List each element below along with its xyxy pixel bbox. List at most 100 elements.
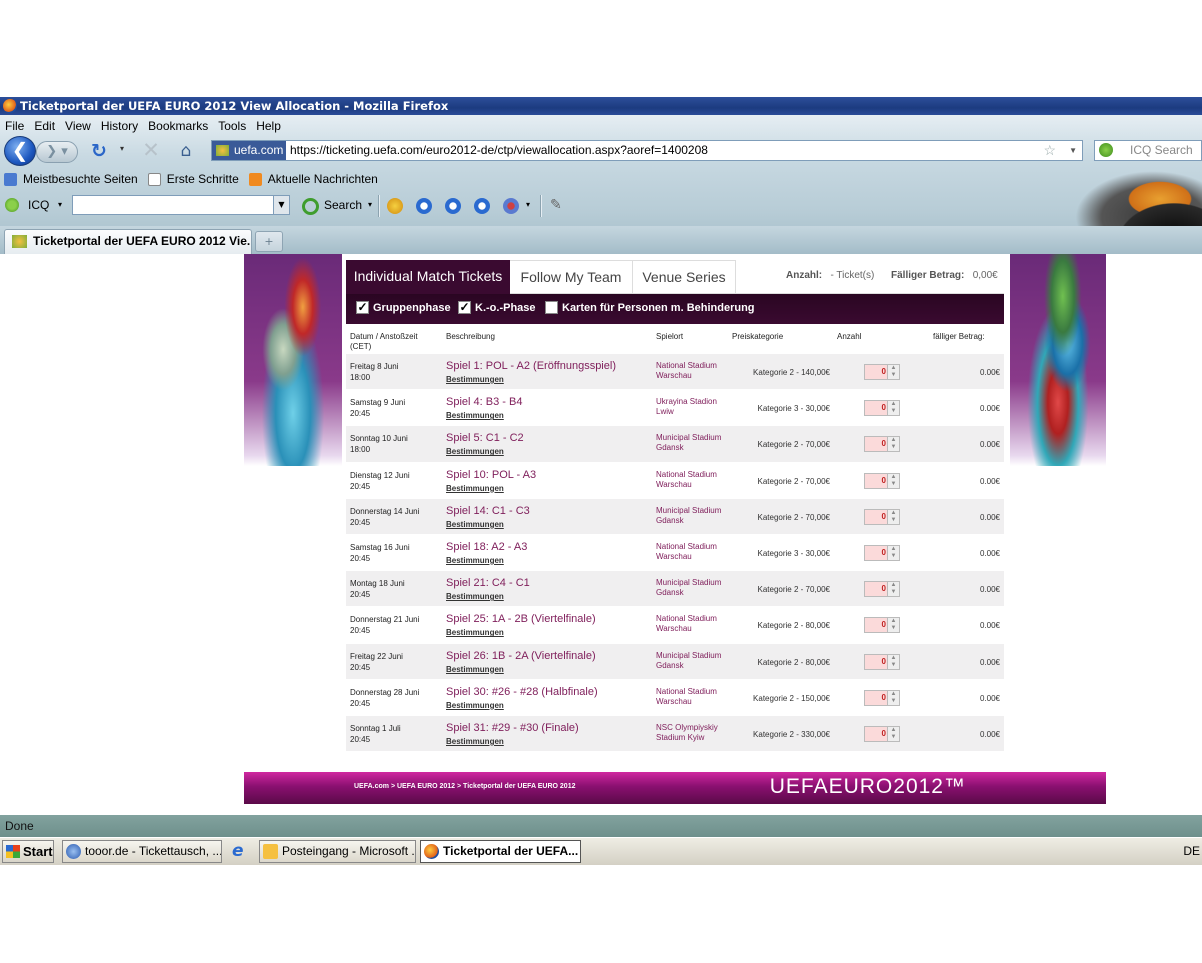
menu-edit[interactable]: Edit	[29, 118, 60, 134]
smiley-icon[interactable]	[387, 198, 403, 214]
joystick-icon[interactable]	[503, 198, 519, 214]
back-button[interactable]: ❮	[4, 136, 36, 166]
stepper-arrows-icon[interactable]: ▲ ▼	[887, 690, 899, 705]
quantity-stepper[interactable]: 0 ▲ ▼	[864, 364, 900, 380]
tab-ticketportal[interactable]: Ticketportal der UEFA EURO 2012 Vie...	[4, 229, 252, 254]
stepper-arrows-icon[interactable]: ▲ ▼	[887, 545, 899, 560]
menu-file[interactable]: File	[0, 118, 29, 134]
start-button[interactable]: Start	[2, 840, 54, 863]
home-icon[interactable]: ⌂	[175, 141, 197, 163]
quantity-value[interactable]: 0	[882, 476, 886, 485]
checkbox-unchecked-icon[interactable]	[545, 301, 558, 314]
tab-individual-match-tickets[interactable]: Individual Match Tickets	[346, 260, 510, 294]
quantity-value[interactable]: 0	[882, 620, 886, 629]
quantity-stepper[interactable]: 0 ▲ ▼	[864, 400, 900, 417]
menu-help[interactable]: Help	[251, 118, 286, 134]
task-outlook[interactable]: Posteingang - Microsoft ...	[259, 840, 416, 863]
icq-dropdown-icon[interactable]: ▾	[58, 200, 62, 209]
quantity-stepper[interactable]: 0 ▲ ▼	[864, 508, 900, 525]
icq-logo-icon[interactable]	[5, 198, 19, 212]
bookmark-star-icon[interactable]: ☆	[1043, 141, 1056, 160]
tab-follow-my-team[interactable]: Follow My Team	[510, 260, 633, 294]
menu-bookmarks[interactable]: Bookmarks	[143, 118, 213, 134]
rules-link[interactable]: Bestimmungen	[446, 628, 504, 637]
stepper-arrows-icon[interactable]: ▲ ▼	[887, 473, 899, 488]
quantity-stepper[interactable]: 0 ▲ ▼	[864, 581, 900, 598]
zoom-icon[interactable]	[416, 198, 432, 214]
quantity-stepper[interactable]: 0 ▲ ▼	[864, 472, 900, 489]
task-tooor[interactable]: tooor.de - Tickettausch, ...	[62, 840, 222, 863]
bookmark-getting-started[interactable]: Erste Schritte	[147, 172, 239, 186]
filter-ko-phase[interactable]: ✓ K.-o.-Phase	[458, 300, 536, 316]
filter-disability-tickets[interactable]: Karten für Personen m. Behinderung	[545, 300, 755, 316]
new-tab-button[interactable]: +	[255, 231, 283, 252]
icq-search-input[interactable]: ▼	[72, 195, 290, 215]
joystick-dropdown-icon[interactable]: ▾	[526, 200, 530, 209]
quantity-value[interactable]: 0	[882, 548, 886, 557]
quantity-value[interactable]: 0	[882, 512, 886, 521]
quantity-stepper[interactable]: 0 ▲ ▼	[864, 544, 900, 561]
rules-link[interactable]: Bestimmungen	[446, 701, 504, 710]
stepper-arrows-icon[interactable]: ▲ ▼	[887, 509, 899, 524]
stepper-arrows-icon[interactable]: ▲ ▼	[887, 401, 899, 416]
icq-label[interactable]: ICQ	[28, 198, 49, 212]
history-dropdown-icon[interactable]: ▾	[120, 144, 124, 153]
tab-venue-series[interactable]: Venue Series	[633, 260, 736, 294]
reload-icon[interactable]: ↻	[88, 141, 110, 163]
address-bar[interactable]: uefa.com https://ticketing.uefa.com/euro…	[211, 140, 1083, 161]
menu-history[interactable]: History	[96, 118, 143, 134]
checkbox-checked-icon[interactable]: ✓	[458, 301, 471, 314]
rules-link[interactable]: Bestimmungen	[446, 737, 504, 746]
stepper-arrows-icon[interactable]: ▲ ▼	[887, 618, 899, 633]
stepper-arrows-icon[interactable]: ▲ ▼	[887, 726, 899, 741]
rules-link[interactable]: Bestimmungen	[446, 556, 504, 565]
bookmark-most-visited[interactable]: Meistbesuchte Seiten	[4, 172, 138, 186]
stepper-arrows-icon[interactable]: ▲ ▼	[887, 654, 899, 669]
task-firefox-ticketportal[interactable]: Ticketportal der UEFA...	[420, 840, 581, 863]
ie-quicklaunch-icon[interactable]: e	[232, 843, 250, 861]
menu-view[interactable]: View	[60, 118, 96, 134]
quantity-value[interactable]: 0	[882, 657, 886, 666]
rules-link[interactable]: Bestimmungen	[446, 665, 504, 674]
footer-breadcrumb[interactable]: UEFA.com > UEFA EURO 2012 > Ticketportal…	[354, 783, 575, 790]
quantity-stepper[interactable]: 0 ▲ ▼	[864, 725, 900, 742]
rules-link[interactable]: Bestimmungen	[446, 375, 504, 384]
stepper-arrows-icon[interactable]: ▲ ▼	[887, 582, 899, 597]
zoom-out-icon[interactable]	[474, 198, 490, 214]
zoom-in-icon[interactable]	[445, 198, 461, 214]
quantity-value[interactable]: 0	[882, 367, 886, 376]
icq-input-dropdown-icon[interactable]: ▼	[273, 196, 289, 214]
quantity-value[interactable]: 0	[882, 403, 886, 412]
quantity-stepper[interactable]: 0 ▲ ▼	[864, 436, 900, 453]
url-dropdown-icon[interactable]: ▼	[1069, 141, 1077, 160]
quantity-stepper[interactable]: 0 ▲ ▼	[864, 689, 900, 706]
filter-gruppenphase[interactable]: ✓ Gruppenphase	[356, 300, 451, 316]
menu-tools[interactable]: Tools	[213, 118, 251, 134]
icq-search-button[interactable]: Search	[302, 196, 362, 215]
rules-link[interactable]: Bestimmungen	[446, 484, 504, 493]
icq-search-box[interactable]: ICQ Search	[1094, 140, 1202, 161]
rules-link[interactable]: Bestimmungen	[446, 411, 504, 420]
quantity-value[interactable]: 0	[882, 439, 886, 448]
tab-title: Ticketportal der UEFA EURO 2012 Vie...	[33, 234, 252, 248]
quantity-stepper[interactable]: 0 ▲ ▼	[864, 617, 900, 634]
quantity-value[interactable]: 0	[882, 729, 886, 738]
quantity-value[interactable]: 0	[882, 584, 886, 593]
stop-icon[interactable]: ✕	[140, 140, 162, 162]
quantity-stepper[interactable]: 0 ▲ ▼	[864, 653, 900, 670]
eraser-icon[interactable]: ✎	[550, 198, 566, 214]
url-text[interactable]: https://ticketing.uefa.com/euro2012-de/c…	[290, 141, 708, 160]
language-indicator[interactable]: DE	[1183, 840, 1200, 863]
rules-link[interactable]: Bestimmungen	[446, 520, 504, 529]
site-identity-badge[interactable]: uefa.com	[212, 141, 287, 160]
stepper-arrows-icon[interactable]: ▲ ▼	[887, 437, 899, 452]
stepper-arrows-icon[interactable]: ▲ ▼	[887, 365, 899, 379]
checkbox-checked-icon[interactable]: ✓	[356, 301, 369, 314]
rules-link[interactable]: Bestimmungen	[446, 592, 504, 601]
search-dropdown-icon[interactable]: ▾	[368, 200, 372, 209]
icq-flower-icon[interactable]	[1099, 143, 1113, 157]
forward-button[interactable]: ❯ ▾	[36, 141, 78, 163]
quantity-value[interactable]: 0	[882, 693, 886, 702]
rules-link[interactable]: Bestimmungen	[446, 447, 504, 456]
bookmark-latest-news[interactable]: Aktuelle Nachrichten	[248, 172, 378, 186]
